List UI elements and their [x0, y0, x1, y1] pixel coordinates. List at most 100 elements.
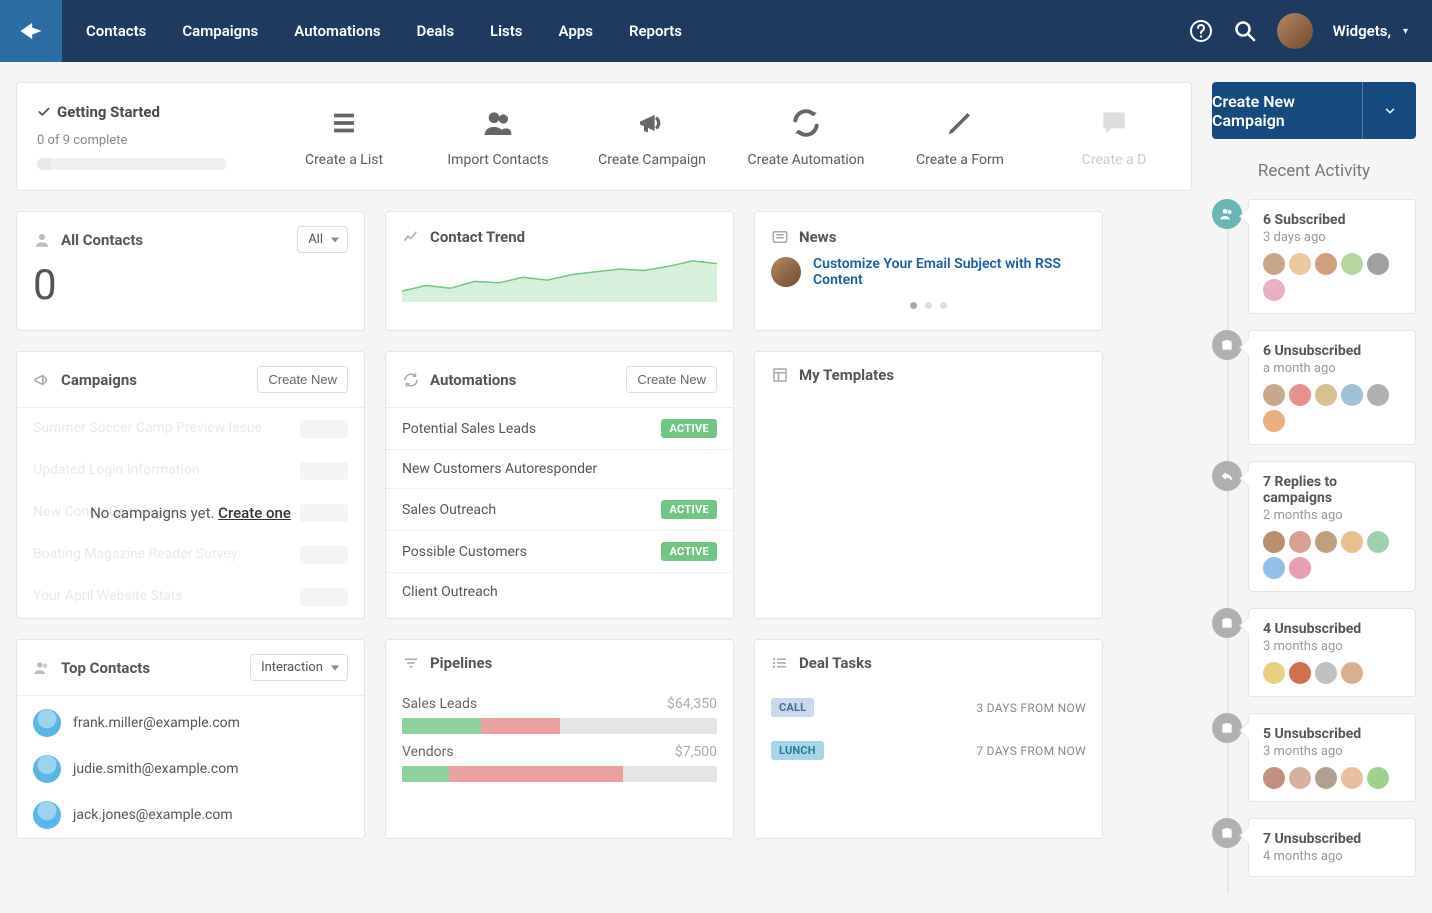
user-avatar[interactable] — [1277, 13, 1313, 49]
automation-row[interactable]: Sales OutreachACTIVE — [386, 489, 733, 531]
campaigns-title: Campaigns — [33, 371, 137, 389]
contact-email: judie.smith@example.com — [73, 761, 238, 777]
activity-title: 7 Replies to campaigns — [1263, 474, 1401, 506]
recent-activity-title: Recent Activity — [1212, 161, 1416, 181]
gs-item-3[interactable]: Create Automation — [729, 106, 883, 168]
all-contacts-title: All Contacts — [33, 231, 143, 249]
activity-item[interactable]: 6 Unsubscribeda month ago — [1248, 330, 1416, 445]
logo-icon — [17, 17, 45, 45]
pipelines-card: Pipelines Sales Leads$64,350Vendors$7,50… — [385, 639, 734, 839]
automation-row[interactable]: New Customers Autoresponder — [386, 450, 733, 489]
nav-lists[interactable]: Lists — [490, 22, 522, 40]
chevron-down-icon: ▾ — [1403, 26, 1408, 37]
deal-tasks-card: Deal Tasks CALL3 DAYS FROM NOWLUNCH7 DAY… — [754, 639, 1103, 839]
activity-item[interactable]: 4 Unsubscribed3 months ago — [1248, 608, 1416, 697]
activity-avatar — [1289, 384, 1311, 406]
pipelines-title: Pipelines — [402, 654, 492, 672]
gs-item-label: Create a List — [305, 152, 383, 168]
create-campaign-button[interactable]: Create New Campaign — [1212, 82, 1416, 139]
news-headline-link[interactable]: Customize Your Email Subject with RSS Co… — [813, 256, 1086, 288]
campaigns-create-link[interactable]: Create one — [218, 504, 291, 522]
automation-name: Possible Customers — [402, 544, 527, 560]
gs-item-label: Import Contacts — [447, 152, 548, 168]
activity-avatar — [1367, 253, 1389, 275]
activity-item[interactable]: 6 Subscribed3 days ago — [1248, 199, 1416, 314]
nav-contacts[interactable]: Contacts — [86, 22, 146, 40]
gs-icon — [633, 106, 671, 140]
user-menu[interactable]: Widgets, — [1333, 22, 1391, 40]
pipeline-bar — [402, 718, 717, 734]
top-contacts-title: Top Contacts — [33, 659, 150, 677]
news-pagination[interactable] — [771, 302, 1086, 309]
gs-item-1[interactable]: Import Contacts — [421, 106, 575, 168]
nav-campaigns[interactable]: Campaigns — [182, 22, 258, 40]
gs-item-2[interactable]: Create Campaign — [575, 106, 729, 168]
activity-type-icon — [1212, 713, 1242, 743]
refresh-icon — [402, 371, 420, 389]
activity-item[interactable]: 7 Replies to campaigns 2 months ago — [1248, 461, 1416, 592]
activity-title: 6 Unsubscribed — [1263, 343, 1401, 359]
getting-started-title: Getting Started — [37, 103, 267, 121]
contact-avatar — [33, 801, 61, 829]
activity-avatar — [1263, 531, 1285, 553]
gs-item-0[interactable]: Create a List — [267, 106, 421, 168]
activity-title: 7 Unsubscribed — [1263, 831, 1401, 847]
pipeline-row[interactable]: Vendors$7,500 — [386, 734, 733, 782]
search-icon[interactable] — [1233, 19, 1257, 43]
trend-icon — [402, 228, 420, 246]
deal-task-time: 7 DAYS FROM NOW — [976, 744, 1086, 758]
automations-card: Automations Create New Potential Sales L… — [385, 351, 734, 619]
top-contact-row[interactable]: frank.miller@example.com — [17, 700, 364, 746]
campaigns-create-button[interactable]: Create New — [257, 366, 348, 393]
activity-item[interactable]: 5 Unsubscribed3 months ago — [1248, 713, 1416, 802]
activity-type-icon — [1212, 199, 1242, 229]
activity-avatar — [1341, 662, 1363, 684]
status-badge: ACTIVE — [661, 500, 717, 519]
contact-avatar — [33, 709, 61, 737]
automation-row[interactable]: Potential Sales LeadsACTIVE — [386, 408, 733, 450]
deal-task-time: 3 DAYS FROM NOW — [976, 701, 1086, 715]
activity-title: 6 Subscribed — [1263, 212, 1401, 228]
activity-avatar — [1263, 384, 1285, 406]
gs-item-label: Create a Form — [916, 152, 1004, 168]
nav-deals[interactable]: Deals — [417, 22, 455, 40]
filter-icon — [402, 654, 420, 672]
automations-create-button[interactable]: Create New — [626, 366, 717, 393]
chevron-down-icon — [1383, 104, 1397, 118]
automation-row[interactable]: Client Outreach — [386, 573, 733, 611]
nav-reports[interactable]: Reports — [629, 22, 682, 40]
activity-avatar — [1341, 767, 1363, 789]
getting-started-progress-text: 0 of 9 complete — [37, 133, 267, 148]
help-icon[interactable] — [1189, 19, 1213, 43]
contact-email: jack.jones@example.com — [73, 807, 233, 823]
getting-started-card: Getting Started 0 of 9 complete Create a… — [16, 82, 1192, 191]
top-contacts-filter[interactable]: Interaction — [250, 654, 348, 681]
nav-automations[interactable]: Automations — [294, 22, 380, 40]
campaigns-card: Campaigns Create New Summer Soccer Camp … — [16, 351, 365, 619]
nav-apps[interactable]: Apps — [559, 22, 593, 40]
activity-title: 5 Unsubscribed — [1263, 726, 1401, 742]
activity-item[interactable]: 7 Unsubscribed4 months ago — [1248, 818, 1416, 877]
activity-avatar — [1341, 253, 1363, 275]
all-contacts-filter[interactable]: All — [297, 226, 348, 253]
news-title: News — [771, 228, 1086, 246]
logo[interactable] — [0, 0, 62, 62]
create-campaign-dropdown[interactable] — [1362, 82, 1416, 139]
activity-type-icon — [1212, 608, 1242, 638]
top-contact-row[interactable]: judie.smith@example.com — [17, 746, 364, 792]
gs-item-label: Create a D — [1082, 152, 1147, 168]
activity-avatar — [1341, 531, 1363, 553]
gs-icon — [327, 106, 361, 140]
automation-row[interactable]: Possible CustomersACTIVE — [386, 531, 733, 573]
templates-card: My Templates — [754, 351, 1103, 619]
gs-item-4[interactable]: Create a Form — [883, 106, 1037, 168]
activity-avatar — [1289, 557, 1311, 579]
top-contact-row[interactable]: jack.jones@example.com — [17, 792, 364, 838]
deal-task-tag: LUNCH — [771, 741, 824, 760]
deal-task-row[interactable]: CALL3 DAYS FROM NOW — [755, 686, 1102, 729]
deal-task-row[interactable]: LUNCH 7 DAYS FROM NOW — [755, 729, 1102, 772]
gs-item-5[interactable]: Create a D — [1037, 106, 1191, 168]
activity-time: 2 months ago — [1263, 508, 1401, 523]
pipeline-row[interactable]: Sales Leads$64,350 — [386, 686, 733, 734]
activity-avatar — [1263, 662, 1285, 684]
